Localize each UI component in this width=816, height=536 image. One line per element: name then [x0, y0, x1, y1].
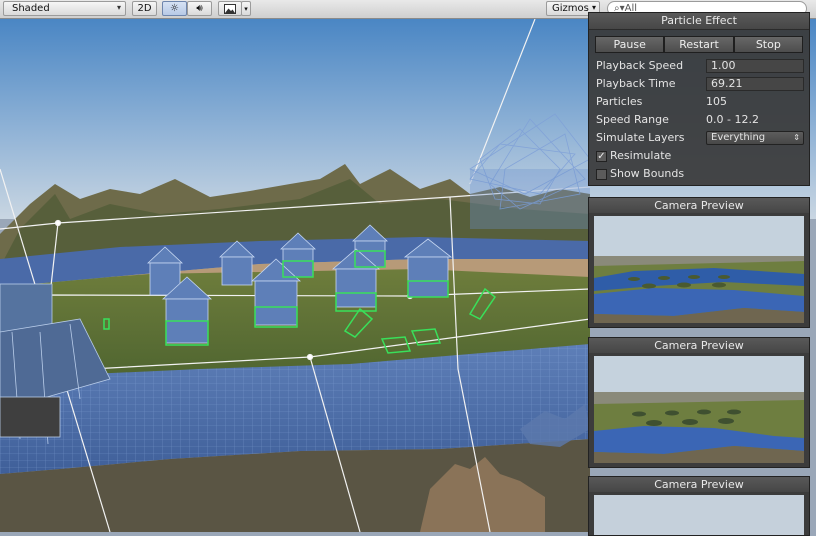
- speed-range-value: 0.0 - 12.2: [706, 113, 759, 126]
- camera-preview-image: [594, 495, 804, 535]
- show-bounds-label: Show Bounds: [610, 167, 685, 180]
- camera-preview-2: Camera Preview: [588, 337, 810, 468]
- camera-preview-title: Camera Preview: [589, 198, 809, 213]
- toggle-2d-button[interactable]: 2D: [132, 1, 157, 16]
- camera-preview-title: Camera Preview: [589, 338, 809, 353]
- playback-time-field[interactable]: 69.21: [706, 77, 804, 91]
- show-bounds-row[interactable]: Show Bounds: [596, 166, 806, 182]
- playback-speed-label: Playback Speed: [596, 59, 684, 72]
- sun-icon: ☼: [170, 3, 179, 14]
- camera-preview-title: Camera Preview: [589, 477, 809, 492]
- particles-label: Particles: [596, 95, 643, 108]
- particle-haze: [470, 169, 590, 229]
- image-icon: [224, 3, 236, 14]
- audio-toggle-button[interactable]: 🔊︎: [187, 1, 212, 16]
- lighting-toggle-button[interactable]: ☼: [162, 1, 187, 16]
- particles-count: 105: [706, 95, 727, 108]
- stop-button[interactable]: Stop: [733, 36, 803, 53]
- effects-dropdown-button[interactable]: ▾: [241, 1, 251, 16]
- panel-title: Particle Effect: [589, 13, 809, 30]
- resimulate-row[interactable]: ✓ Resimulate: [596, 148, 806, 164]
- pause-button[interactable]: Pause: [595, 36, 665, 53]
- show-bounds-checkbox[interactable]: [596, 169, 607, 180]
- dropdown-arrow-icon: ▾: [116, 3, 121, 12]
- toggle-2d-label: 2D: [137, 3, 152, 14]
- chevron-updown-icon: ⇕: [793, 133, 800, 142]
- particle-effect-panel: Particle Effect Pause Restart Stop Playb…: [588, 12, 810, 186]
- draw-mode-dropdown[interactable]: Shaded ▾: [3, 1, 126, 16]
- gizmos-label: Gizmos: [552, 3, 589, 14]
- speed-range-label: Speed Range: [596, 113, 669, 126]
- playback-time-row: Playback Time 69.21: [596, 76, 806, 92]
- camera-preview-1: Camera Preview: [588, 197, 810, 328]
- dropdown-arrow-icon: ▾: [591, 3, 596, 12]
- particles-row: Particles 105: [596, 94, 806, 110]
- playback-time-label: Playback Time: [596, 77, 676, 90]
- dropdown-arrow-icon: ▾: [244, 4, 248, 13]
- simulate-layers-label: Simulate Layers: [596, 131, 685, 144]
- camera-preview-image: [594, 356, 804, 463]
- simulate-layers-row: Simulate Layers Everything ⇕: [596, 130, 806, 146]
- resimulate-label: Resimulate: [610, 149, 672, 162]
- camera-preview-image: [594, 216, 804, 323]
- draw-mode-label: Shaded: [12, 3, 50, 14]
- simulate-layers-dropdown[interactable]: Everything ⇕: [706, 131, 804, 145]
- playback-controls: Pause Restart Stop: [595, 36, 803, 53]
- effects-toggle-button[interactable]: [218, 1, 242, 16]
- speed-range-row: Speed Range 0.0 - 12.2: [596, 112, 806, 128]
- camera-preview-3: Camera Preview: [588, 476, 810, 536]
- restart-button[interactable]: Restart: [664, 36, 734, 53]
- playback-speed-field[interactable]: 1.00: [706, 59, 804, 73]
- resimulate-checkbox[interactable]: ✓: [596, 151, 607, 162]
- speaker-icon: 🔊︎: [196, 3, 203, 14]
- simulate-layers-value: Everything: [711, 132, 766, 143]
- playback-speed-row: Playback Speed 1.00: [596, 58, 806, 74]
